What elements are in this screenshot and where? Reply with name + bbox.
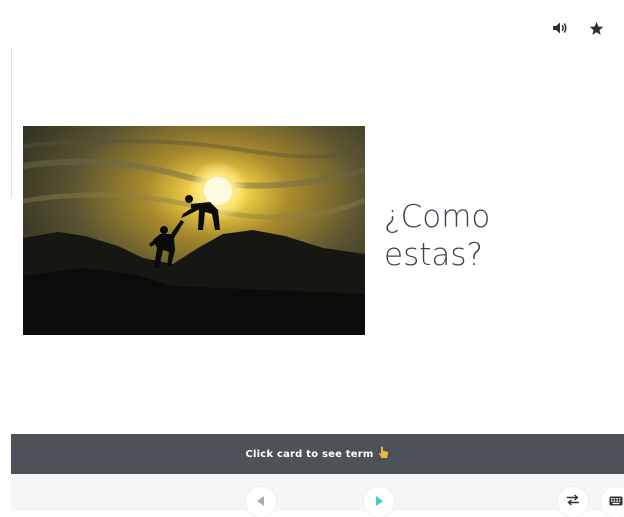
card-toolbar — [550, 18, 606, 38]
card-image — [23, 126, 365, 335]
card-edge-accent — [11, 48, 12, 198]
swap-arrows-icon — [566, 493, 580, 511]
right-arrow-icon — [375, 493, 383, 511]
card-controls — [11, 474, 624, 517]
star-icon[interactable] — [586, 18, 606, 38]
hint-text: Click card to see term — [245, 448, 374, 460]
keyboard-icon — [609, 493, 623, 511]
next-card-button[interactable] — [364, 487, 394, 517]
left-arrow-icon — [257, 493, 265, 511]
card-definition: ¿Como estas? — [384, 199, 491, 273]
speaker-icon[interactable] — [550, 18, 570, 38]
keyboard-shortcuts-button[interactable] — [601, 487, 624, 517]
flip-card-button[interactable] — [558, 487, 588, 517]
pointing-hand-icon — [378, 446, 389, 462]
climbers-sunset-illustration — [23, 126, 365, 335]
previous-card-button[interactable] — [246, 487, 276, 517]
flip-hint-bar[interactable]: Click card to see term — [11, 434, 624, 474]
